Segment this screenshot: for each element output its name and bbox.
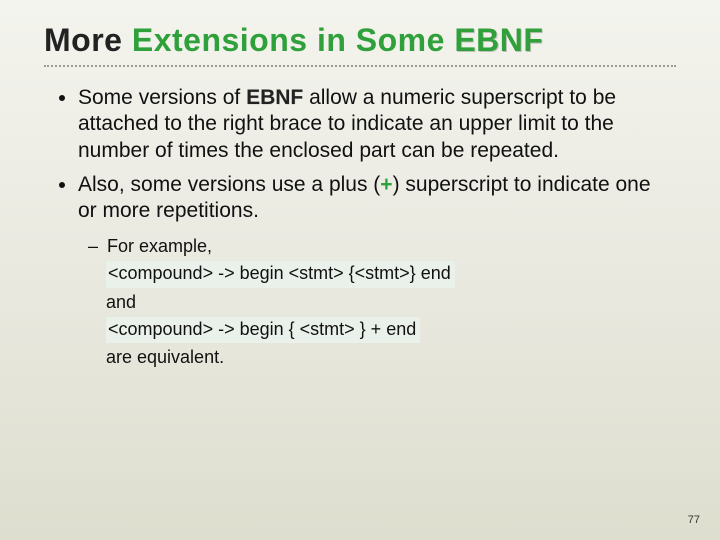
bullet-list: Some versions of EBNF allow a numeric su… [48, 85, 672, 370]
title-rest: Extensions in Some [122, 22, 454, 58]
bullet-1: Some versions of EBNF allow a numeric su… [78, 85, 672, 164]
bullet-2-plus: + [380, 173, 392, 196]
example-code-2: <compound> -> begin { <stmt> } + end [106, 317, 420, 343]
example-code-1: <compound> -> begin <stmt> {<stmt>} end [106, 261, 455, 287]
example-code-1-line: <compound> -> begin <stmt> {<stmt>} end [106, 261, 672, 287]
title-ebnf: EBNF [454, 22, 543, 58]
page-number: 77 [688, 514, 700, 526]
slide: More Extensions in Some EBNF Some versio… [0, 0, 720, 540]
example-and: and [106, 290, 672, 315]
slide-title: More Extensions in Some EBNF [44, 22, 676, 59]
bullet-2-pre: Also, some versions use a plus ( [78, 173, 380, 196]
example-list: For example, <compound> -> begin <stmt> … [78, 234, 672, 370]
bullet-1-ebnf: EBNF [246, 86, 303, 109]
title-divider [44, 65, 676, 67]
example-lead: For example, [106, 234, 672, 259]
bullet-1-pre: Some versions of [78, 86, 246, 109]
example-tail: are equivalent. [106, 345, 672, 370]
bullet-2: Also, some versions use a plus (+) super… [78, 172, 672, 370]
example-code-2-line: <compound> -> begin { <stmt> } + end [106, 317, 672, 343]
title-word-more: More [44, 22, 122, 58]
